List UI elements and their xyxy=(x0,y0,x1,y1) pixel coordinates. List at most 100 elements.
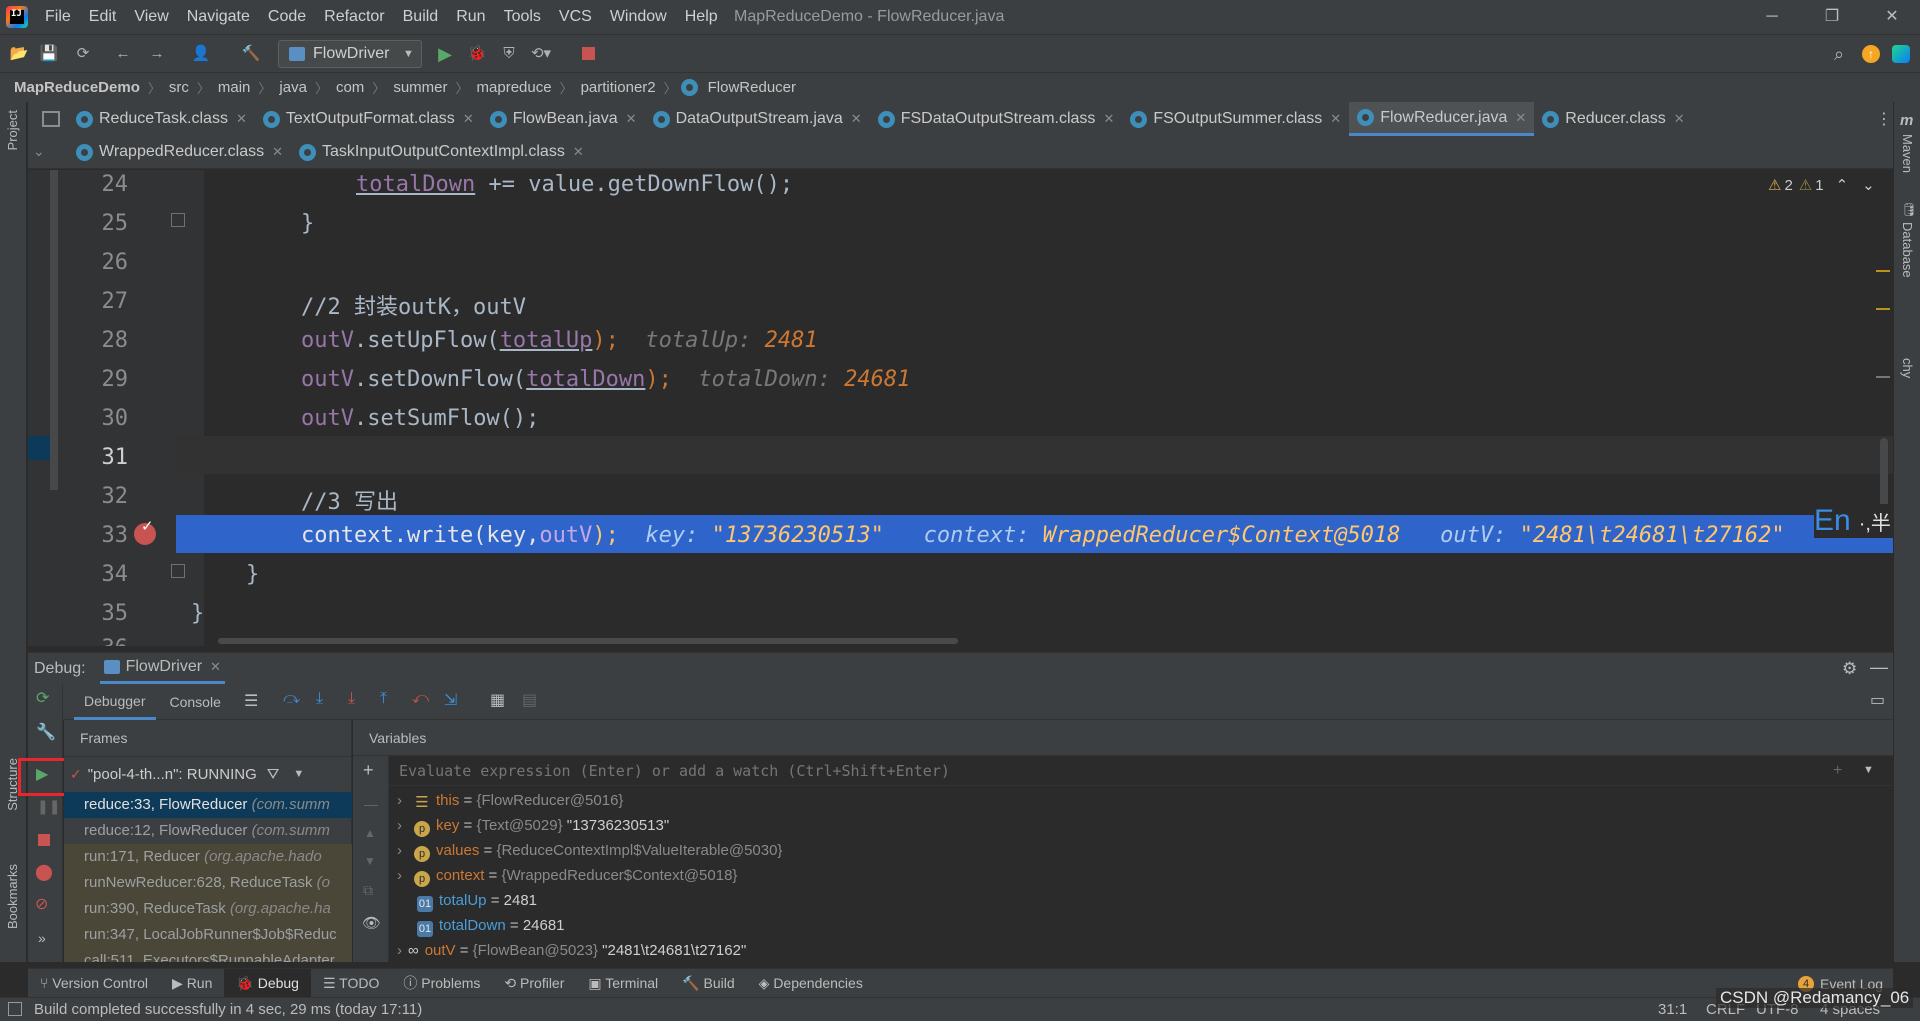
variable-row[interactable]: › p context = {WrappedReducer$Context@5018… xyxy=(397,863,737,888)
menu-file[interactable]: File xyxy=(36,0,80,34)
bookmarks-tool-button[interactable]: Bookmarks xyxy=(5,864,20,929)
menu-help[interactable]: Help xyxy=(676,0,727,34)
frame-row[interactable]: reduce:33, FlowReducer (com.summ xyxy=(64,792,352,818)
variable-row[interactable]: › ∞ outV = {FlowBean@5023} "2481\t24681\t2… xyxy=(397,938,746,963)
maven-tool-button[interactable]: Maven xyxy=(1900,134,1915,173)
menu-lines-icon[interactable]: ☰ xyxy=(244,691,258,711)
pause-icon[interactable]: ❚❚ xyxy=(37,798,60,815)
todo-tool-button[interactable]: ☰ TODO xyxy=(311,969,391,998)
tab-fsdataoutputstream-class[interactable]: FSDataOutputStream.class ✕ xyxy=(870,102,1123,136)
watch-expression-input[interactable] xyxy=(389,756,1893,786)
sync-icon[interactable]: ⟳ xyxy=(72,43,94,65)
menu-window[interactable]: Window xyxy=(601,0,676,34)
variable-row[interactable]: › p values = {ReduceContextImpl$ValueItera… xyxy=(397,838,782,863)
breadcrumb-partitioner2[interactable]: partitioner2 xyxy=(577,73,660,103)
tab-debug-session[interactable]: FlowDriver ✕ xyxy=(99,653,225,684)
variable-row[interactable]: › p key = {Text@5029} "13736230513" xyxy=(397,813,669,838)
version-control-tool-button[interactable]: ⑂ Version Control xyxy=(28,969,160,998)
debug-bug-icon[interactable]: 🐞 xyxy=(466,43,488,65)
breadcrumb-mapreduce[interactable]: mapreduce xyxy=(473,73,556,103)
menu-vcs[interactable]: VCS xyxy=(550,0,601,34)
run-to-cursor-icon[interactable]: ⇲ xyxy=(444,690,457,710)
more-tabs-icon[interactable]: ⋮ xyxy=(1876,109,1892,129)
tab-reducetask-class[interactable]: ReduceTask.class ✕ xyxy=(68,102,255,136)
restore-button[interactable]: ❐ xyxy=(1804,0,1860,34)
step-over-icon[interactable]: ⤼ xyxy=(283,690,300,708)
profiler-tool-button[interactable]: ⟲ Profiler xyxy=(492,969,576,998)
horizontal-scrollbar[interactable] xyxy=(218,638,958,644)
close-tab-icon[interactable]: ✕ xyxy=(463,111,474,127)
close-tab-icon[interactable]: ✕ xyxy=(573,144,584,160)
chevron-down-icon[interactable]: ⌄ xyxy=(1862,176,1875,194)
run-tool-button[interactable]: ▶ Run xyxy=(160,969,224,998)
variable-row[interactable]: 01 totalDown = 24681 xyxy=(417,913,565,938)
status-message[interactable]: Build completed successfully in 4 sec, 2… xyxy=(34,998,422,1021)
frame-row[interactable]: reduce:12, FlowReducer (com.summ xyxy=(64,818,352,844)
variable-row[interactable]: › ☰ this = {FlowReducer@5016} xyxy=(397,788,623,813)
add-icon[interactable]: + xyxy=(1833,762,1842,780)
trace-icon[interactable]: ▤ xyxy=(522,690,537,710)
stop-icon[interactable] xyxy=(38,834,50,846)
close-tab-icon[interactable]: ✕ xyxy=(851,111,862,127)
minimize-panel-icon[interactable]: — xyxy=(1870,657,1888,678)
update-arrow-icon[interactable]: ↑ xyxy=(1862,45,1880,63)
menu-refactor[interactable]: Refactor xyxy=(315,0,393,34)
menu-view[interactable]: View xyxy=(125,0,177,34)
frame-row[interactable]: run:347, LocalJobRunner$Job$Reduc xyxy=(64,922,352,948)
tab-console[interactable]: Console xyxy=(156,684,235,720)
view-breakpoints-icon[interactable]: ⬤ xyxy=(35,862,53,882)
breadcrumb-project[interactable]: MapReduceDemo xyxy=(10,73,144,103)
recent-files-icon[interactable] xyxy=(42,111,60,127)
coverage-icon[interactable]: ⛨ xyxy=(498,43,520,65)
minimize-button[interactable]: ─ xyxy=(1744,0,1800,34)
forward-arrow-icon[interactable]: → xyxy=(146,43,168,65)
frame-row[interactable]: run:171, Reducer (org.apache.hado xyxy=(64,844,352,870)
run-play-icon[interactable]: ▶ xyxy=(434,43,456,65)
frame-row[interactable]: call:511, Executors$RunnableAdapter xyxy=(64,948,352,962)
back-arrow-icon[interactable]: ← xyxy=(112,43,134,65)
mute-breakpoints-icon[interactable]: ⊘ xyxy=(35,894,48,914)
tab-flowbean-java[interactable]: FlowBean.java ✕ xyxy=(482,102,645,136)
frame-row[interactable]: runNewReducer:628, ReduceTask (o xyxy=(64,870,352,896)
fold-marker-icon[interactable] xyxy=(171,564,185,578)
close-tab-icon[interactable]: ✕ xyxy=(236,111,247,127)
save-all-icon[interactable]: 💾 xyxy=(38,43,60,65)
gear-icon[interactable]: ⚙ xyxy=(1842,659,1857,679)
toggle-tool-windows-icon[interactable] xyxy=(8,1002,22,1016)
tab-dataoutputstream-java[interactable]: DataOutputStream.java ✕ xyxy=(645,102,870,136)
breadcrumb-src[interactable]: src xyxy=(165,73,193,103)
search-icon[interactable]: ⌕ xyxy=(1828,43,1850,65)
force-step-into-icon[interactable]: ⤓ xyxy=(348,690,355,708)
chevron-down-icon[interactable]: ▼ xyxy=(1863,764,1874,776)
breadcrumb-java[interactable]: java xyxy=(275,73,311,103)
copy-icon[interactable]: ⧉ xyxy=(363,882,373,899)
close-tab-icon[interactable]: ✕ xyxy=(1515,110,1526,126)
remove-watch-icon[interactable]: — xyxy=(364,796,378,812)
frame-row[interactable]: run:390, ReduceTask (org.apache.ha xyxy=(64,896,352,922)
close-tab-icon[interactable]: ✕ xyxy=(626,111,637,127)
code-editor[interactable]: 24 25 26 27 28 29 30 31 32 33 34 35 36 t… xyxy=(28,170,1893,646)
profile-icon[interactable]: ⟲▾ xyxy=(530,43,552,65)
dependencies-tool-button[interactable]: ◈ Dependencies xyxy=(747,969,875,998)
tab-debugger[interactable]: Debugger xyxy=(74,684,156,720)
watch-eye-icon[interactable]: 👁 xyxy=(362,914,381,932)
close-tab-icon[interactable]: ✕ xyxy=(272,144,283,160)
close-window-button[interactable]: ✕ xyxy=(1864,0,1920,34)
user-dropdown-icon[interactable]: 👤▾ xyxy=(190,43,212,84)
breadcrumb-com[interactable]: com xyxy=(332,73,368,103)
tab-reducer-class[interactable]: Reducer.class ✕ xyxy=(1534,102,1692,136)
menu-tools[interactable]: Tools xyxy=(495,0,550,34)
open-folder-icon[interactable]: 📂 xyxy=(8,43,30,65)
menu-edit[interactable]: Edit xyxy=(80,0,126,34)
ime-indicator[interactable]: En ·,半 👕 xyxy=(1814,504,1893,538)
menu-build[interactable]: Build xyxy=(394,0,448,34)
move-down-icon[interactable]: ▼ xyxy=(364,854,376,868)
close-tab-icon[interactable]: ✕ xyxy=(1330,111,1341,127)
breadcrumb-flowreducer[interactable]: FlowReducer xyxy=(704,73,800,103)
caret-position[interactable]: 31:1 xyxy=(1658,998,1687,1021)
filter-icon[interactable]: ⛛ xyxy=(267,766,280,783)
tab-wrappedreducer-class[interactable]: WrappedReducer.class ✕ xyxy=(68,136,291,168)
debug-tool-button[interactable]: 🐞 Debug xyxy=(224,968,311,998)
chevron-down-icon[interactable]: ▼ xyxy=(293,768,304,780)
inspection-widget[interactable]: ⚠ 2 ⚠ 1 ⌃ ⌄ xyxy=(1768,176,1875,195)
